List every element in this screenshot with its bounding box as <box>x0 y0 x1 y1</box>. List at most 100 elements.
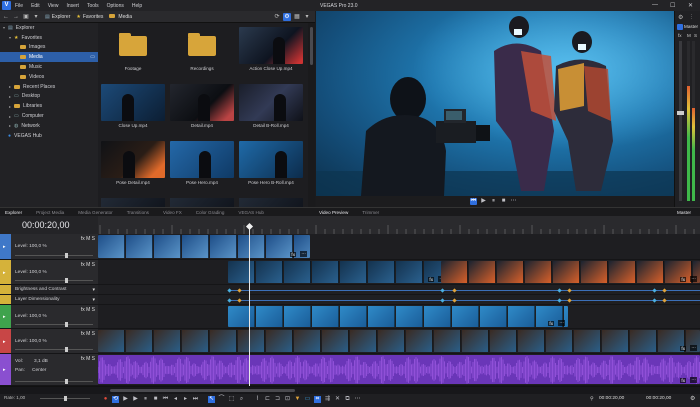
track-expand-icon[interactable]: ▸ <box>3 270 6 276</box>
tree-item[interactable]: ▸ ▭ Computer <box>0 111 98 121</box>
clip-fx-icon[interactable]: fx <box>290 252 296 257</box>
tile-view-icon[interactable]: ▦ <box>293 13 301 21</box>
keyframe[interactable] <box>452 287 457 293</box>
tree-item[interactable]: ▸ Recent Places <box>0 82 98 92</box>
automation-envelope[interactable] <box>228 290 700 291</box>
menu-options[interactable]: Options <box>107 3 124 9</box>
media-tile[interactable]: Recordings <box>170 27 234 71</box>
media-tile[interactable]: Detail B-Roll.mp4 <box>239 84 303 128</box>
media-tile[interactable]: Pose Hero B-Roll.mp4 <box>239 141 303 185</box>
keyframe[interactable] <box>557 287 562 293</box>
trim-start-icon[interactable]: ⊏ <box>264 396 271 403</box>
tab-project-media[interactable]: Project Media <box>36 210 64 215</box>
envelope-tool-icon[interactable]: ⌒ <box>218 396 225 403</box>
zoom-tool-icon[interactable]: ⌕ <box>238 396 245 403</box>
clip-more-icon[interactable]: ⋯ <box>300 251 307 257</box>
track-header[interactable]: ▸ Level: 100,0 % fx M S <box>0 260 98 285</box>
play-icon[interactable]: ▶ <box>480 198 487 205</box>
stop-icon[interactable]: ■ <box>500 198 507 205</box>
keyframe[interactable] <box>227 297 232 303</box>
pause-icon[interactable]: ⏸ <box>142 396 149 403</box>
track-lane[interactable]: fx ⋯ <box>98 329 700 354</box>
more-icon[interactable]: ⋯ <box>510 198 517 205</box>
menu-tools[interactable]: Tools <box>87 3 99 9</box>
clip-fx-icon[interactable]: fx <box>680 378 686 383</box>
prev-frame-icon[interactable]: ◂ <box>172 396 179 403</box>
clip-fx-icon[interactable]: fx <box>428 277 434 282</box>
media-tile[interactable]: Pose Detail.mp4 <box>101 141 165 185</box>
timeline-ruler[interactable] <box>98 216 700 234</box>
forward-icon[interactable]: → <box>12 13 20 21</box>
media-tile[interactable]: Detail.mp4 <box>170 84 234 128</box>
pan-value[interactable]: Center <box>32 368 46 373</box>
tab-transitions[interactable]: Transitions <box>127 210 149 215</box>
more-icon[interactable]: ⋯ <box>354 396 361 403</box>
track-fx-mute-solo[interactable]: fx M S <box>81 262 95 268</box>
breadcrumb-media[interactable]: Media <box>118 14 132 20</box>
keyframe[interactable] <box>452 297 457 303</box>
keyframe[interactable] <box>557 297 562 303</box>
menu-help[interactable]: Help <box>132 3 142 9</box>
video-clip[interactable]: fx⋯ <box>228 261 448 283</box>
tree-item[interactable]: ● VEGAS Hub <box>0 131 98 141</box>
track-lane[interactable]: fx ⋯ <box>98 305 700 329</box>
track-expand-icon[interactable]: ▸ <box>3 314 6 320</box>
menu-view[interactable]: View <box>48 3 59 9</box>
normal-edit-tool-icon[interactable]: ↖ <box>208 396 215 403</box>
clip-more-icon[interactable]: ⋯ <box>690 345 697 351</box>
breadcrumb-explorer[interactable]: Explorer <box>52 14 71 20</box>
split-icon[interactable]: ⌇ <box>254 396 261 403</box>
auto-ripple-icon[interactable]: ⇶ <box>324 396 331 403</box>
trim-end-icon[interactable]: ⊐ <box>274 396 281 403</box>
fx-icon[interactable]: fx <box>678 33 682 38</box>
tree-item[interactable]: Videos <box>0 72 98 82</box>
track-header[interactable]: ▸ Vol: 3,1 dB Pan: Center fx M S <box>0 354 98 386</box>
chevron-down-icon[interactable]: ▾ <box>32 13 40 21</box>
keyframe[interactable] <box>662 287 667 293</box>
view-icon[interactable]: ▣ <box>22 13 30 21</box>
master-fader[interactable] <box>677 41 684 201</box>
menu-file[interactable]: File <box>15 3 23 9</box>
more-icon[interactable]: ▾ <box>303 13 311 21</box>
prev-frame-icon[interactable]: ⏮ <box>470 198 477 205</box>
media-scrollbar[interactable] <box>308 23 315 207</box>
tree-item[interactable]: ▸ Libraries <box>0 101 98 111</box>
keyframe[interactable] <box>227 287 232 293</box>
video-clip[interactable]: fx⋯ <box>228 306 568 327</box>
refresh-icon[interactable]: ⟳ <box>273 13 281 21</box>
track-header[interactable]: ▸ Level: 100,0 % fx M S <box>0 234 98 260</box>
track-fx-mute-solo[interactable]: fx M S <box>81 356 95 362</box>
automation-lane[interactable] <box>98 285 700 295</box>
tree-item[interactable]: ▸ ◍ Network <box>0 121 98 131</box>
track-fx-mute-solo[interactable]: fx M S <box>81 307 95 313</box>
video-clip[interactable]: fx⋯ <box>441 261 700 283</box>
timeline-scrollbar[interactable] <box>0 387 700 394</box>
audio-clip[interactable]: fx ⋯ <box>98 355 700 384</box>
marker-icon[interactable]: ▼ <box>294 396 301 403</box>
track-fx-mute-solo[interactable]: fx M S <box>81 331 95 337</box>
track-lane[interactable]: fx⋯fx⋯ <box>98 260 700 285</box>
breadcrumb-favorites[interactable]: Favorites <box>83 14 104 20</box>
tab-explorer[interactable]: Explorer <box>5 210 22 215</box>
tab-color-grading[interactable]: Color Grading <box>196 210 225 215</box>
solo-icon[interactable]: S <box>694 33 697 38</box>
track-expand-icon[interactable]: ▸ <box>3 367 6 373</box>
keyframe[interactable] <box>237 287 242 293</box>
tree-item[interactable]: Images <box>0 43 98 53</box>
tree-item[interactable]: Music <box>0 62 98 72</box>
video-clip[interactable]: fx⋯ <box>98 330 700 352</box>
mixer-toggle-icon[interactable] <box>677 24 683 30</box>
keyframe[interactable] <box>440 287 445 293</box>
track-level-slider[interactable] <box>15 379 93 384</box>
clip-more-icon[interactable]: ⋯ <box>690 276 697 282</box>
minimize-button[interactable]: — <box>652 2 658 8</box>
settings-icon[interactable]: ⚙ <box>690 395 695 402</box>
track-lane[interactable]: fx ⋯ <box>98 234 700 260</box>
keyframe[interactable] <box>652 297 657 303</box>
tree-item[interactable]: Media ▭ <box>0 52 98 63</box>
track-expand-icon[interactable]: ▸ <box>3 339 6 345</box>
track-level-slider[interactable] <box>15 322 93 327</box>
clip-more-icon[interactable]: ⋯ <box>558 320 565 326</box>
play-from-start-icon[interactable]: ▶ <box>122 396 129 403</box>
track-level-slider[interactable] <box>15 278 93 283</box>
